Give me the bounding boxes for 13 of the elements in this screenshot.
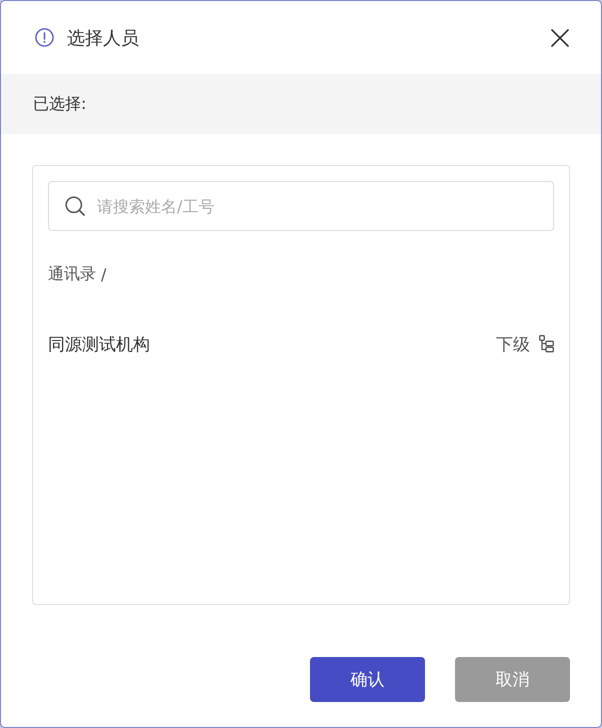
selected-label: 已选择:	[33, 94, 86, 114]
search-icon	[65, 196, 85, 216]
org-name[interactable]: 同源测试机构	[48, 332, 150, 356]
info-icon	[35, 28, 54, 47]
subordinate-button[interactable]: 下级	[496, 332, 554, 356]
search-field[interactable]: 请搜索姓名/工号	[48, 181, 554, 231]
breadcrumb-separator: /	[101, 264, 106, 284]
dialog-title: 选择人员	[67, 26, 139, 50]
close-button[interactable]	[551, 28, 569, 46]
confirm-button[interactable]: 确认	[310, 657, 425, 702]
close-icon	[551, 28, 569, 46]
hierarchy-icon	[539, 335, 554, 353]
breadcrumb-item[interactable]: 通讯录	[48, 264, 96, 284]
